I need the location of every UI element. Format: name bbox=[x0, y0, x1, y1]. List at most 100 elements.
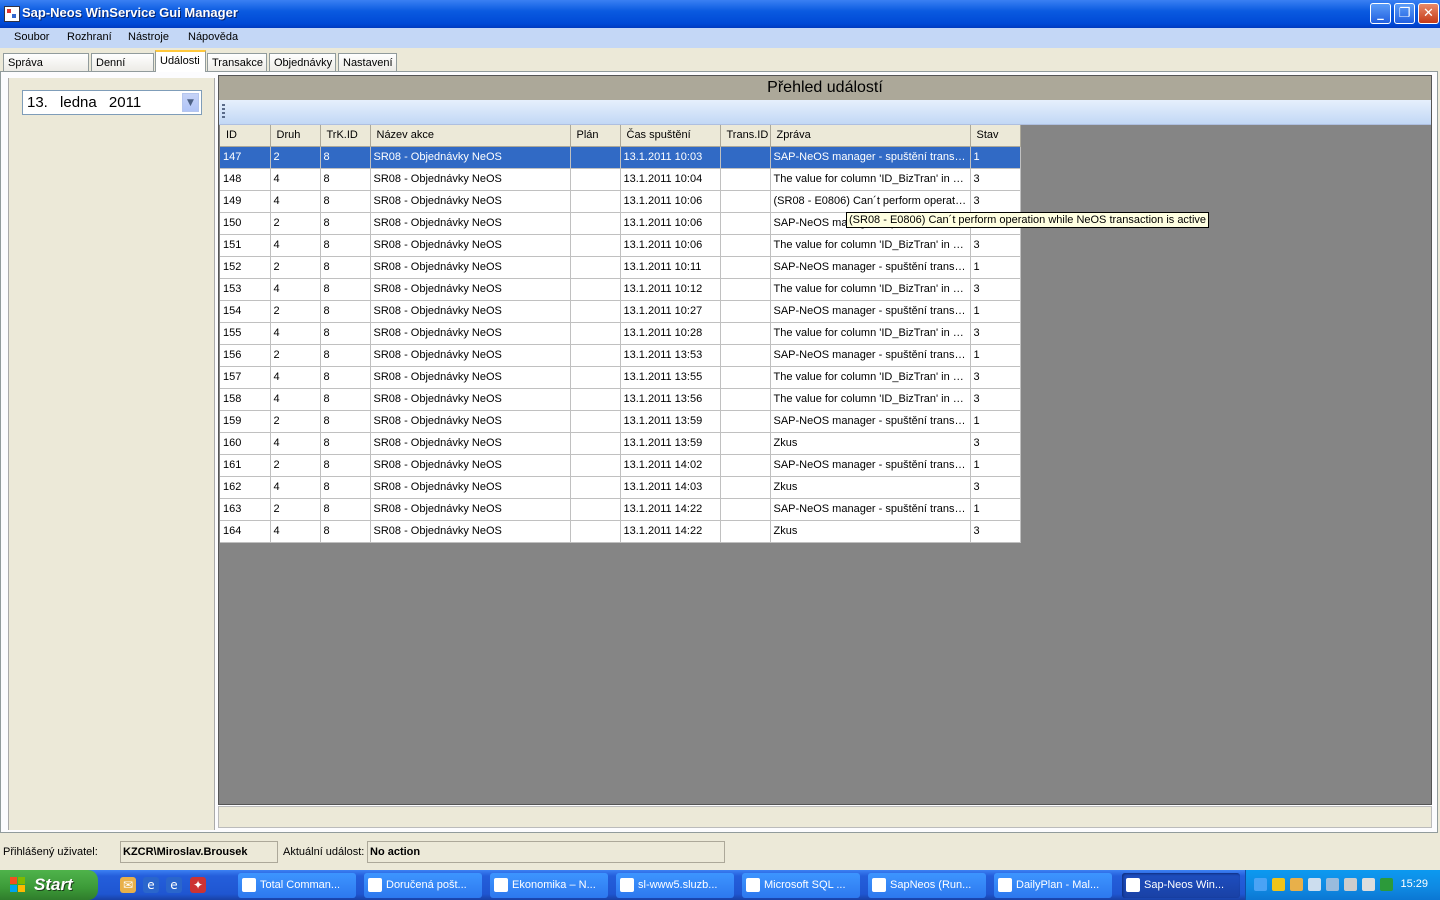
table-cell[interactable] bbox=[570, 454, 621, 477]
column-header[interactable]: Stav bbox=[970, 125, 1021, 147]
table-cell[interactable]: 8 bbox=[320, 300, 371, 323]
table-cell[interactable]: SR08 - Objednávky NeOS bbox=[370, 168, 571, 191]
green-status-icon[interactable] bbox=[1380, 878, 1393, 891]
table-cell[interactable]: SAP-NeOS manager - spuštění transa... bbox=[770, 498, 971, 521]
table-cell[interactable]: SR08 - Objednávky NeOS bbox=[370, 146, 571, 169]
table-cell[interactable]: 2 bbox=[270, 344, 321, 367]
table-cell[interactable]: SR08 - Objednávky NeOS bbox=[370, 322, 571, 345]
table-cell[interactable]: 13.1.2011 14:22 bbox=[620, 498, 721, 521]
table-cell[interactable]: SR08 - Objednávky NeOS bbox=[370, 498, 571, 521]
table-row[interactable]: 160 4 8 SR08 - Objednávky NeOS 13.1.2011 13:… bbox=[220, 432, 1021, 455]
table-cell[interactable]: SR08 - Objednávky NeOS bbox=[370, 388, 571, 411]
horizontal-scrollbar[interactable] bbox=[218, 806, 1432, 828]
table-cell[interactable]: 156 bbox=[220, 344, 271, 367]
table-cell[interactable]: SR08 - Objednávky NeOS bbox=[370, 454, 571, 477]
close-button[interactable]: ✕ bbox=[1418, 3, 1439, 24]
table-cell[interactable]: 3 bbox=[970, 520, 1021, 543]
table-cell[interactable] bbox=[570, 190, 621, 213]
table-cell[interactable]: 4 bbox=[270, 190, 321, 213]
table-cell[interactable]: 8 bbox=[320, 366, 371, 389]
table-cell[interactable]: 8 bbox=[320, 256, 371, 279]
table-cell[interactable] bbox=[720, 278, 771, 301]
table-cell[interactable]: 4 bbox=[270, 234, 321, 257]
column-header[interactable]: Trans.ID bbox=[720, 125, 771, 147]
table-cell[interactable] bbox=[720, 234, 771, 257]
table-cell[interactable]: 2 bbox=[270, 498, 321, 521]
table-row[interactable]: 154 2 8 SR08 - Objednávky NeOS 13.1.2011 10:… bbox=[220, 300, 1021, 323]
table-cell[interactable]: SR08 - Objednávky NeOS bbox=[370, 432, 571, 455]
table-cell[interactable]: 8 bbox=[320, 212, 371, 235]
table-cell[interactable]: 8 bbox=[320, 146, 371, 169]
mail-icon[interactable] bbox=[1362, 878, 1375, 891]
table-cell[interactable]: 154 bbox=[220, 300, 271, 323]
table-cell[interactable] bbox=[570, 146, 621, 169]
table-cell[interactable]: 8 bbox=[320, 234, 371, 257]
table-cell[interactable] bbox=[720, 498, 771, 521]
table-cell[interactable] bbox=[720, 168, 771, 191]
table-cell[interactable]: 4 bbox=[270, 432, 321, 455]
table-cell[interactable] bbox=[570, 344, 621, 367]
column-header[interactable]: ID bbox=[220, 125, 271, 147]
outlook-quicklaunch-icon[interactable]: ✉ bbox=[120, 877, 136, 893]
table-cell[interactable]: 164 bbox=[220, 520, 271, 543]
table-cell[interactable] bbox=[720, 476, 771, 499]
minimize-button[interactable]: _ bbox=[1370, 3, 1391, 24]
column-header[interactable]: Plán bbox=[570, 125, 621, 147]
table-cell[interactable]: The value for column 'ID_BizTran' in ta.… bbox=[770, 278, 971, 301]
table-cell[interactable]: 3 bbox=[970, 278, 1021, 301]
table-cell[interactable]: 1 bbox=[970, 256, 1021, 279]
taskbar-task[interactable]: Sap-Neos Win... bbox=[1122, 873, 1240, 898]
table-cell[interactable]: 2 bbox=[270, 410, 321, 433]
table-cell[interactable] bbox=[720, 212, 771, 235]
table-cell[interactable]: 4 bbox=[270, 278, 321, 301]
tab-objednavky[interactable]: Objednávky bbox=[269, 53, 336, 71]
column-header[interactable]: Druh bbox=[270, 125, 321, 147]
table-cell[interactable]: 158 bbox=[220, 388, 271, 411]
toolbar-grip-icon[interactable] bbox=[222, 104, 225, 120]
table-cell[interactable]: 8 bbox=[320, 410, 371, 433]
table-cell[interactable]: 13.1.2011 13:55 bbox=[620, 366, 721, 389]
table-cell[interactable]: 13.1.2011 10:06 bbox=[620, 190, 721, 213]
table-cell[interactable]: 8 bbox=[320, 278, 371, 301]
taskbar-task[interactable]: Total Comman... bbox=[238, 873, 356, 898]
table-cell[interactable]: SAP-NeOS manager - spuštění transa... bbox=[770, 300, 971, 323]
table-cell[interactable]: 13.1.2011 10:12 bbox=[620, 278, 721, 301]
table-cell[interactable]: 147 bbox=[220, 146, 271, 169]
table-cell[interactable]: 3 bbox=[970, 388, 1021, 411]
table-cell[interactable]: 3 bbox=[970, 190, 1021, 213]
table-cell[interactable]: 1 bbox=[970, 344, 1021, 367]
table-cell[interactable]: Zkus bbox=[770, 432, 971, 455]
table-cell[interactable]: 8 bbox=[320, 432, 371, 455]
table-cell[interactable]: The value for column 'ID_BizTran' in ta.… bbox=[770, 388, 971, 411]
table-cell[interactable]: SAP-NeOS manager - spuštění transa... bbox=[770, 454, 971, 477]
table-cell[interactable]: 4 bbox=[270, 476, 321, 499]
search-icon[interactable] bbox=[1308, 878, 1321, 891]
table-cell[interactable]: SR08 - Objednávky NeOS bbox=[370, 366, 571, 389]
table-cell[interactable]: 149 bbox=[220, 190, 271, 213]
table-cell[interactable]: 13.1.2011 10:03 bbox=[620, 146, 721, 169]
app-icon[interactable] bbox=[4, 6, 20, 22]
table-cell[interactable]: SR08 - Objednávky NeOS bbox=[370, 190, 571, 213]
taskbar-task[interactable]: Doručená pošt... bbox=[364, 873, 482, 898]
table-cell[interactable]: 153 bbox=[220, 278, 271, 301]
table-cell[interactable]: 1 bbox=[970, 300, 1021, 323]
tab-sprava-rozhrani[interactable]: Správa rozhraní bbox=[3, 53, 89, 87]
table-cell[interactable]: 8 bbox=[320, 498, 371, 521]
table-cell[interactable] bbox=[570, 278, 621, 301]
table-cell[interactable]: 13.1.2011 14:22 bbox=[620, 520, 721, 543]
table-cell[interactable] bbox=[720, 190, 771, 213]
table-cell[interactable]: 157 bbox=[220, 366, 271, 389]
shield-icon[interactable] bbox=[1272, 878, 1285, 891]
chevron-down-icon[interactable]: ▼ bbox=[182, 93, 199, 112]
table-cell[interactable]: 13.1.2011 14:03 bbox=[620, 476, 721, 499]
table-cell[interactable] bbox=[720, 146, 771, 169]
table-cell[interactable]: SR08 - Objednávky NeOS bbox=[370, 476, 571, 499]
table-cell[interactable]: 13.1.2011 10:27 bbox=[620, 300, 721, 323]
tab-denni-plan[interactable]: Denní plán bbox=[91, 53, 154, 87]
table-cell[interactable]: 8 bbox=[320, 322, 371, 345]
table-cell[interactable]: 1 bbox=[970, 498, 1021, 521]
table-cell[interactable]: 4 bbox=[270, 520, 321, 543]
table-cell[interactable] bbox=[570, 234, 621, 257]
table-cell[interactable]: The value for column 'ID_BizTran' in ta.… bbox=[770, 322, 971, 345]
table-cell[interactable]: 8 bbox=[320, 344, 371, 367]
